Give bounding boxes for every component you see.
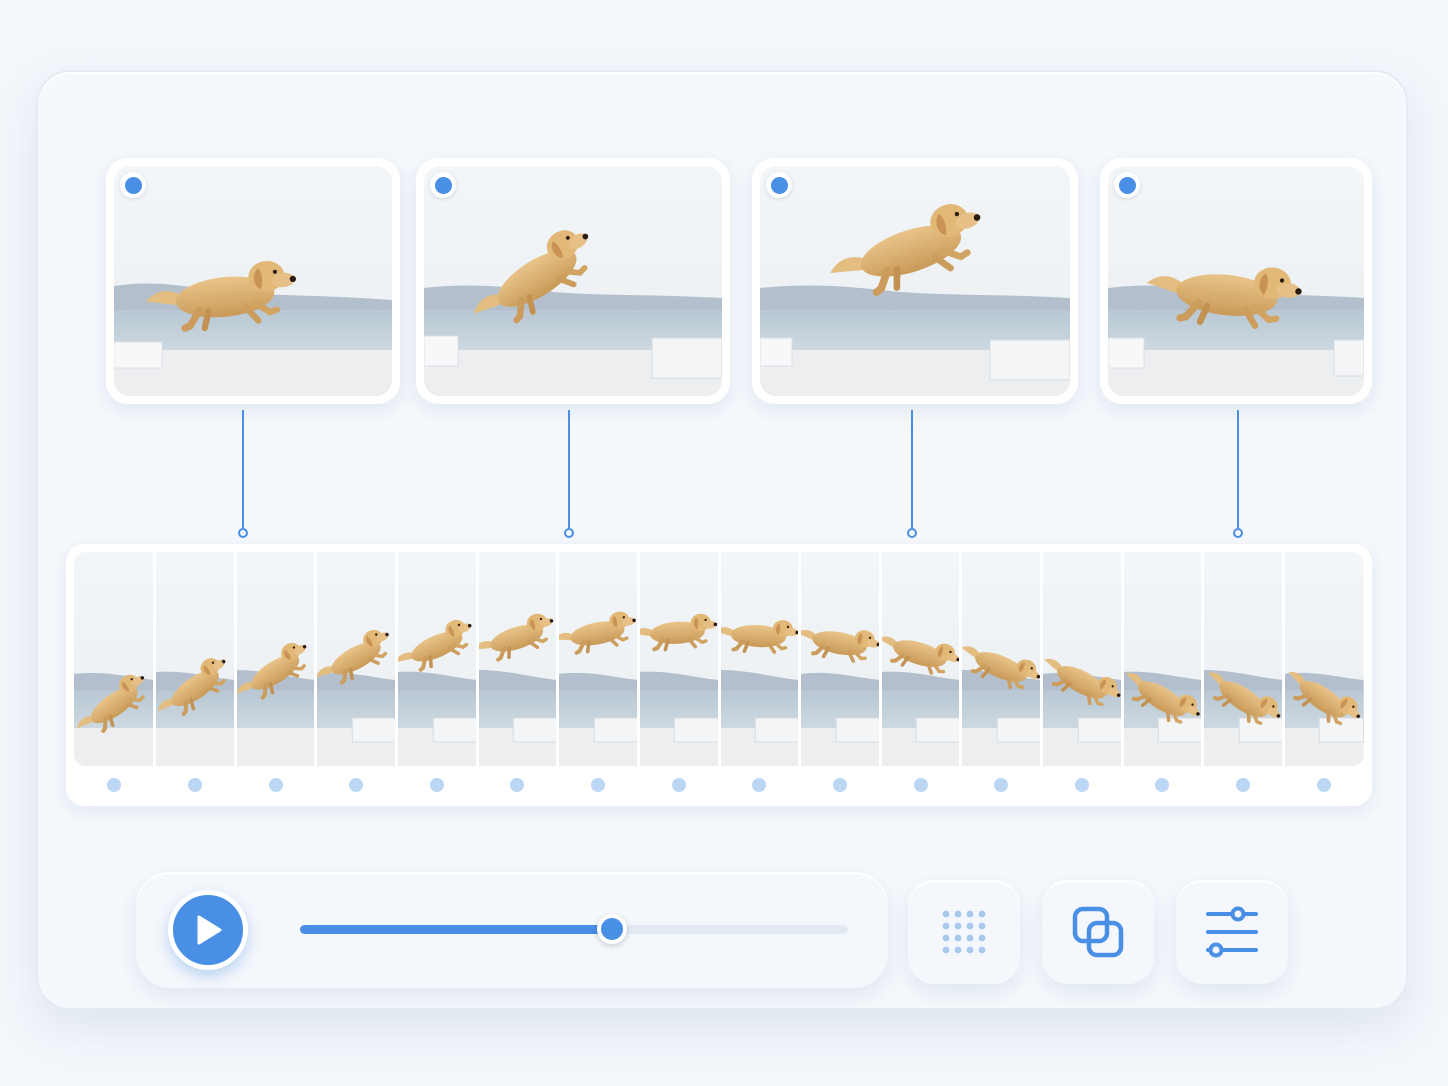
filmstrip-frame[interactable] [548, 552, 642, 766]
keyframe-image [1108, 166, 1364, 396]
filmstrip-frames [74, 552, 1364, 766]
keyframe-marker[interactable] [120, 172, 146, 198]
filmstrip-frame[interactable] [1195, 552, 1289, 766]
frame-indicator-dot[interactable] [1236, 778, 1251, 792]
keyframe-card-2[interactable] [416, 158, 730, 404]
filmstrip-frame[interactable] [951, 552, 1047, 766]
frame-indicator-dot[interactable] [187, 778, 202, 792]
frame-divider [475, 552, 479, 766]
filmstrip-frame[interactable] [871, 552, 966, 766]
frame-indicator-dot[interactable] [913, 778, 928, 792]
filmstrip-frame[interactable] [467, 552, 562, 766]
frame-indicator-dot[interactable] [1316, 778, 1331, 792]
keyframe-link-anchor [907, 528, 917, 538]
grid-icon [942, 910, 986, 954]
filmstrip-frame[interactable] [1033, 552, 1128, 766]
frame-indicator-dot[interactable] [429, 778, 444, 792]
frame-divider [314, 552, 318, 766]
keyframe-image [114, 166, 392, 396]
filmstrip-frame[interactable] [146, 552, 240, 766]
frame-indicator-dot[interactable] [591, 778, 606, 792]
keyframe-image [760, 166, 1070, 396]
filmstrip-frame[interactable] [226, 552, 320, 766]
frame-divider [717, 552, 721, 766]
frame-divider [878, 552, 882, 766]
filmstrip-frame[interactable] [1114, 552, 1208, 766]
play-button[interactable] [168, 890, 248, 970]
layers-button[interactable] [1042, 880, 1154, 984]
frame-indicator-dot[interactable] [1074, 778, 1089, 792]
frame-divider [1201, 552, 1205, 766]
frame-divider [1040, 552, 1043, 766]
filmstrip [66, 544, 1372, 806]
timeline-progress [300, 925, 613, 934]
filmstrip-frame[interactable] [790, 552, 884, 766]
filmstrip-frame[interactable] [711, 552, 802, 766]
keyframe-marker[interactable] [1114, 172, 1140, 198]
keyframe-link-1 [242, 410, 244, 528]
keyframe-link-anchor [1233, 528, 1243, 538]
frame-indicator-dot[interactable] [832, 778, 847, 792]
frame-divider [636, 552, 640, 766]
layers-icon [1072, 906, 1124, 958]
frame-divider [556, 552, 560, 766]
frame-divider [798, 552, 802, 766]
filmstrip-frame[interactable] [386, 552, 482, 766]
filmstrip-frame[interactable] [306, 552, 401, 766]
frame-divider [1281, 552, 1285, 766]
filmstrip-frame[interactable] [74, 552, 159, 766]
grid-view-button[interactable] [908, 880, 1020, 984]
keyframe-card-1[interactable] [106, 158, 400, 404]
frame-indicator-dot[interactable] [671, 778, 686, 792]
frame-divider [395, 552, 398, 766]
adjustments-button[interactable] [1176, 880, 1288, 984]
keyframe-link-anchor [564, 528, 574, 538]
frame-indicator-dot[interactable] [268, 778, 283, 792]
filmstrip-frame[interactable] [630, 552, 721, 766]
keyframe-marker[interactable] [766, 172, 792, 198]
sliders-icon [1206, 906, 1258, 958]
frame-divider [1120, 552, 1124, 766]
keyframe-link-3 [911, 410, 913, 528]
frame-divider [959, 552, 963, 766]
keyframe-marker[interactable] [430, 172, 456, 198]
keyframe-card-3[interactable] [752, 158, 1078, 404]
keyframe-image [424, 166, 722, 396]
timeline-slider[interactable] [300, 914, 848, 944]
keyframe-link-anchor [238, 528, 248, 538]
keyframe-card-4[interactable] [1100, 158, 1372, 404]
filmstrip-frame[interactable] [1276, 552, 1364, 766]
keyframe-link-4 [1237, 410, 1239, 528]
frame-divider [153, 552, 157, 766]
frame-divider [233, 552, 237, 766]
play-icon [197, 915, 222, 945]
keyframe-link-2 [568, 410, 570, 528]
